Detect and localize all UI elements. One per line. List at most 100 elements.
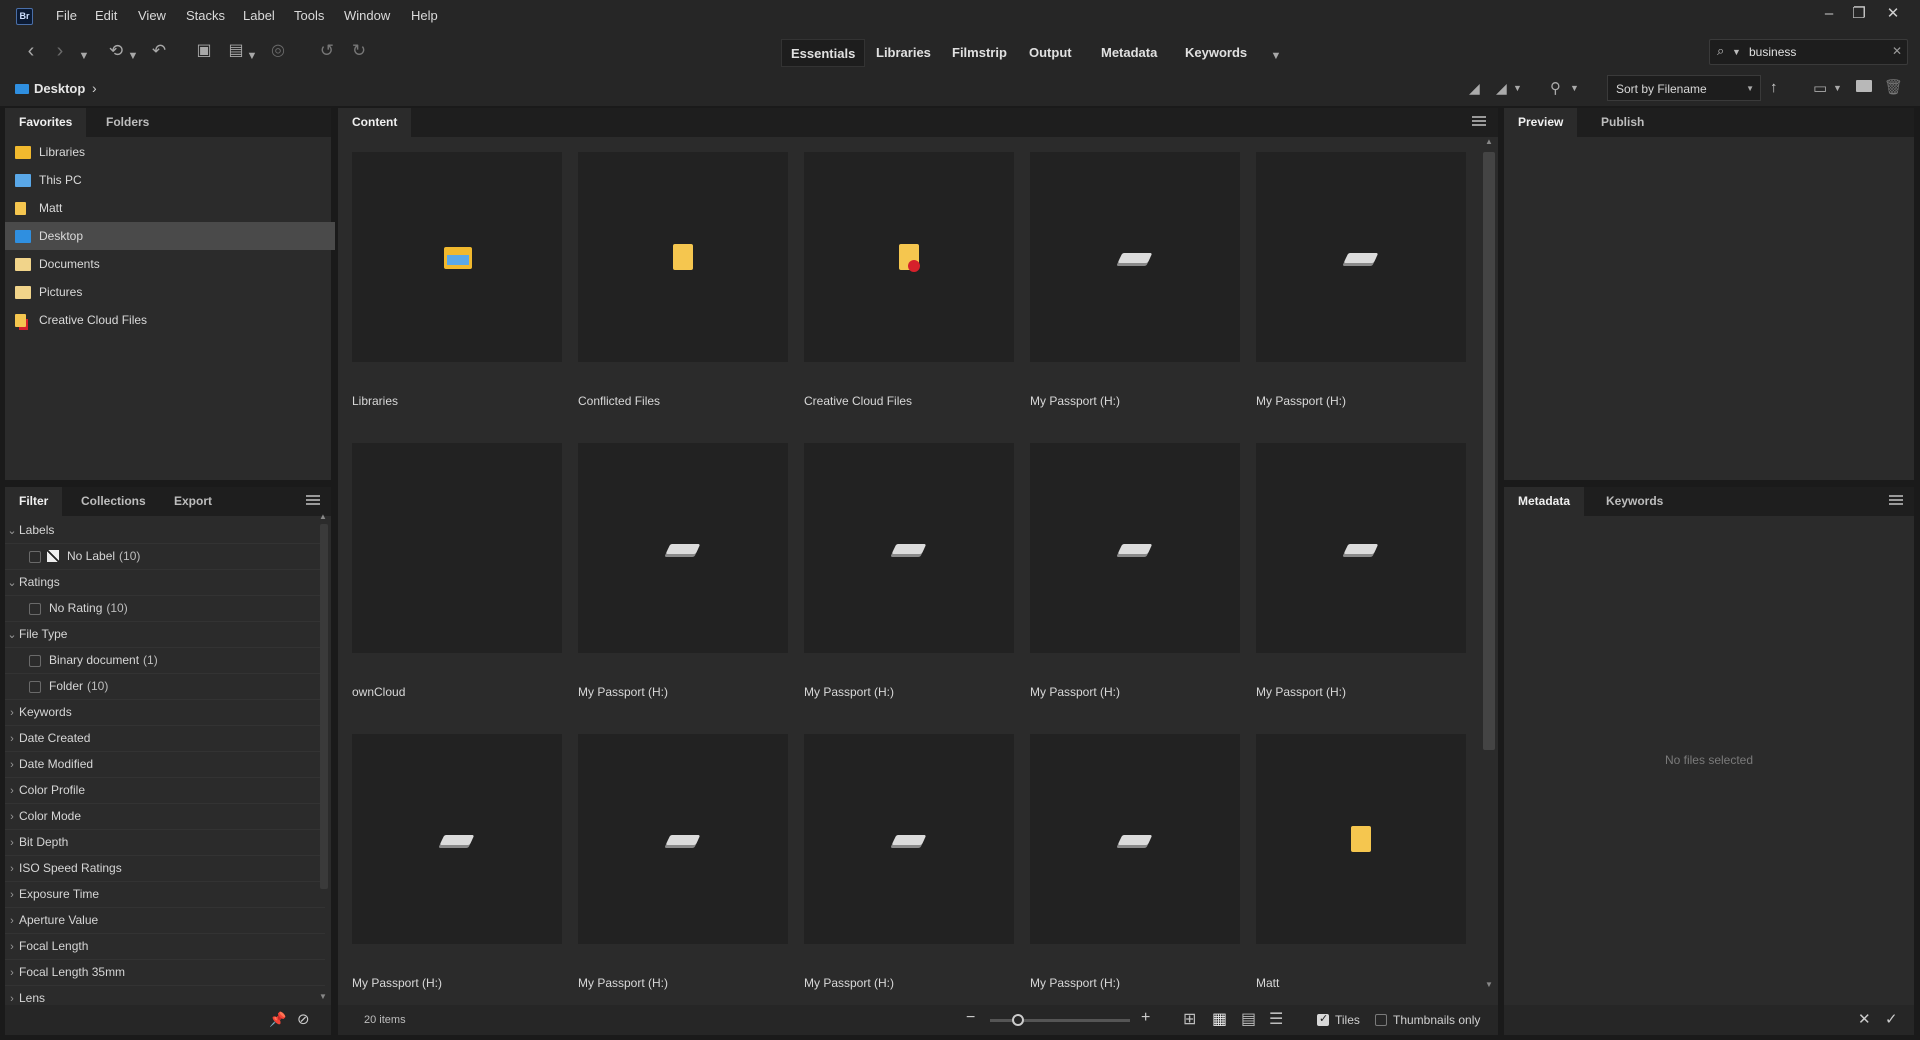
filter-group-file-type[interactable]: ⌄ File Type [5, 622, 325, 648]
content-item-label[interactable]: My Passport (H:) [1030, 976, 1240, 990]
content-item-label[interactable]: Libraries [352, 394, 562, 408]
menu-tools[interactable]: Tools [294, 8, 324, 23]
filter-items-icon[interactable]: ⚲ [1550, 79, 1561, 97]
filter-group-aperture-value[interactable]: › Aperture Value [5, 908, 325, 934]
tab-collections[interactable]: Collections [67, 487, 160, 516]
apply-check-icon[interactable]: ✓ [1885, 1010, 1898, 1028]
chevron-down-icon[interactable]: ▼ [246, 46, 258, 68]
panel-menu-icon[interactable] [1472, 116, 1486, 126]
thumbnail-view-icon[interactable]: ▦ [1212, 1010, 1227, 1030]
content-thumbnail[interactable] [1030, 443, 1240, 653]
favorite-item-documents[interactable]: Documents [5, 250, 335, 278]
recent-history-icon[interactable]: ⟲ [105, 41, 127, 63]
quality-options-icon[interactable]: ◢ [1469, 80, 1480, 97]
chevron-down-icon[interactable]: ⌄ [5, 623, 19, 648]
rotate-right-icon[interactable]: ↻ [348, 41, 370, 63]
content-item-label[interactable]: My Passport (H:) [578, 976, 788, 990]
chevron-right-icon[interactable]: › [5, 883, 19, 908]
chevron-right-icon[interactable]: › [5, 961, 19, 986]
minimize-icon[interactable]: – [1817, 4, 1841, 24]
content-scrollbar-thumb[interactable] [1483, 152, 1495, 750]
content-thumbnail[interactable] [578, 152, 788, 362]
grid-lock-icon[interactable]: ⊞ [1183, 1010, 1196, 1030]
filter-group-color-profile[interactable]: › Color Profile [5, 778, 325, 804]
menu-edit[interactable]: Edit [95, 8, 117, 23]
workspace-tab-filmstrip[interactable]: Filmstrip [943, 39, 1016, 67]
open-in-camera-raw-icon[interactable]: ◎ [267, 41, 289, 63]
open-recent-file-icon[interactable]: ▭ [1813, 79, 1827, 97]
chevron-right-icon[interactable]: › [5, 753, 19, 778]
pin-icon[interactable]: 📌 [269, 1011, 286, 1028]
search-input[interactable] [1749, 44, 1889, 60]
filter-checkbox[interactable] [29, 680, 41, 693]
favorite-item-matt[interactable]: Matt [5, 194, 335, 222]
favorite-item-this-pc[interactable]: This PC [5, 166, 335, 194]
tab-keywords[interactable]: Keywords [1592, 487, 1677, 516]
filter-option-binary-document[interactable]: Binary document (1) [5, 648, 325, 674]
tab-export[interactable]: Export [160, 487, 226, 516]
scroll-up-arrow-icon[interactable]: ▲ [319, 512, 327, 521]
menu-file[interactable]: File [56, 8, 77, 23]
scroll-up-arrow-icon[interactable]: ▲ [1485, 137, 1493, 146]
thumbnails-only-checkbox[interactable] [1375, 1014, 1387, 1026]
details-view-icon[interactable]: ▤ [1241, 1010, 1256, 1030]
tab-publish[interactable]: Publish [1587, 108, 1658, 137]
cancel-x-icon[interactable]: ✕ [1858, 1010, 1871, 1028]
tab-metadata[interactable]: Metadata [1504, 487, 1585, 516]
filter-checkbox[interactable] [29, 654, 41, 667]
filter-group-focal-length-35mm[interactable]: › Focal Length 35mm [5, 960, 325, 986]
filter-scrollbar-thumb[interactable] [320, 524, 328, 889]
chevron-right-icon[interactable]: › [5, 805, 19, 830]
chevron-right-icon[interactable]: › [5, 909, 19, 934]
chevron-down-icon[interactable]: ▼ [127, 46, 139, 68]
content-thumbnail[interactable] [804, 734, 1014, 944]
chevron-down-icon[interactable]: ▼ [1833, 83, 1842, 93]
content-thumbnail[interactable] [352, 443, 562, 653]
filter-group-bit-depth[interactable]: › Bit Depth [5, 830, 325, 856]
sort-by-rating-icon[interactable]: ◢ [1496, 80, 1507, 97]
list-view-icon[interactable]: ☰ [1269, 1010, 1283, 1030]
content-item-label[interactable]: My Passport (H:) [352, 976, 562, 990]
search-field[interactable]: ⌕ ▼ ✕ [1709, 39, 1908, 65]
trash-icon[interactable]: 🗑 [1884, 78, 1903, 96]
menu-stacks[interactable]: Stacks [186, 8, 225, 23]
workspace-tab-essentials[interactable]: Essentials [781, 39, 866, 67]
content-thumbnail[interactable] [578, 443, 788, 653]
content-thumbnail[interactable] [1256, 443, 1466, 653]
tab-favorites[interactable]: Favorites [5, 108, 87, 137]
content-item-label[interactable]: My Passport (H:) [578, 685, 788, 699]
content-item-label[interactable]: My Passport (H:) [1256, 394, 1466, 408]
get-photos-camera-icon[interactable]: ▣ [193, 41, 215, 63]
filter-group-ratings[interactable]: ⌄ Ratings [5, 570, 325, 596]
back-arrow-icon[interactable]: ‹ [20, 41, 42, 63]
workspace-tab-libraries[interactable]: Libraries [867, 39, 940, 67]
chevron-down-icon[interactable]: ⌄ [5, 571, 19, 596]
filter-option-folder[interactable]: Folder (10) [5, 674, 325, 700]
filter-group-keywords[interactable]: › Keywords [5, 700, 325, 726]
content-item-label[interactable]: Matt [1256, 976, 1466, 990]
chevron-down-icon[interactable]: ▼ [1513, 83, 1522, 93]
tab-filter[interactable]: Filter [5, 487, 63, 516]
content-item-label[interactable]: Creative Cloud Files [804, 394, 1014, 408]
content-thumbnail[interactable] [578, 734, 788, 944]
menu-window[interactable]: Window [344, 8, 390, 23]
forward-arrow-icon[interactable]: › [49, 41, 71, 63]
favorite-item-creative-cloud-files[interactable]: Creative Cloud Files [5, 306, 335, 334]
filter-checkbox[interactable] [29, 550, 41, 563]
tiles-checkbox[interactable] [1317, 1012, 1329, 1026]
sort-select[interactable]: Sort by Filename ▼ [1607, 75, 1761, 101]
chevron-right-icon[interactable]: › [5, 857, 19, 882]
content-item-label[interactable]: My Passport (H:) [1030, 685, 1240, 699]
rotate-left-icon[interactable]: ↺ [316, 41, 338, 63]
breadcrumb-desktop[interactable]: Desktop [34, 81, 85, 96]
sort-ascending-arrow-icon[interactable]: ↑ [1770, 79, 1778, 96]
filter-group-date-created[interactable]: › Date Created [5, 726, 325, 752]
chevron-down-icon[interactable]: ▼ [78, 46, 90, 68]
zoom-out-icon[interactable]: − [966, 1009, 975, 1027]
filter-group-color-mode[interactable]: › Color Mode [5, 804, 325, 830]
workspace-tab-metadata[interactable]: Metadata [1092, 39, 1166, 67]
refine-icon[interactable]: ▤ [225, 41, 247, 63]
content-thumbnail[interactable] [352, 734, 562, 944]
favorite-item-libraries[interactable]: Libraries [5, 138, 335, 166]
menu-help[interactable]: Help [411, 8, 438, 23]
